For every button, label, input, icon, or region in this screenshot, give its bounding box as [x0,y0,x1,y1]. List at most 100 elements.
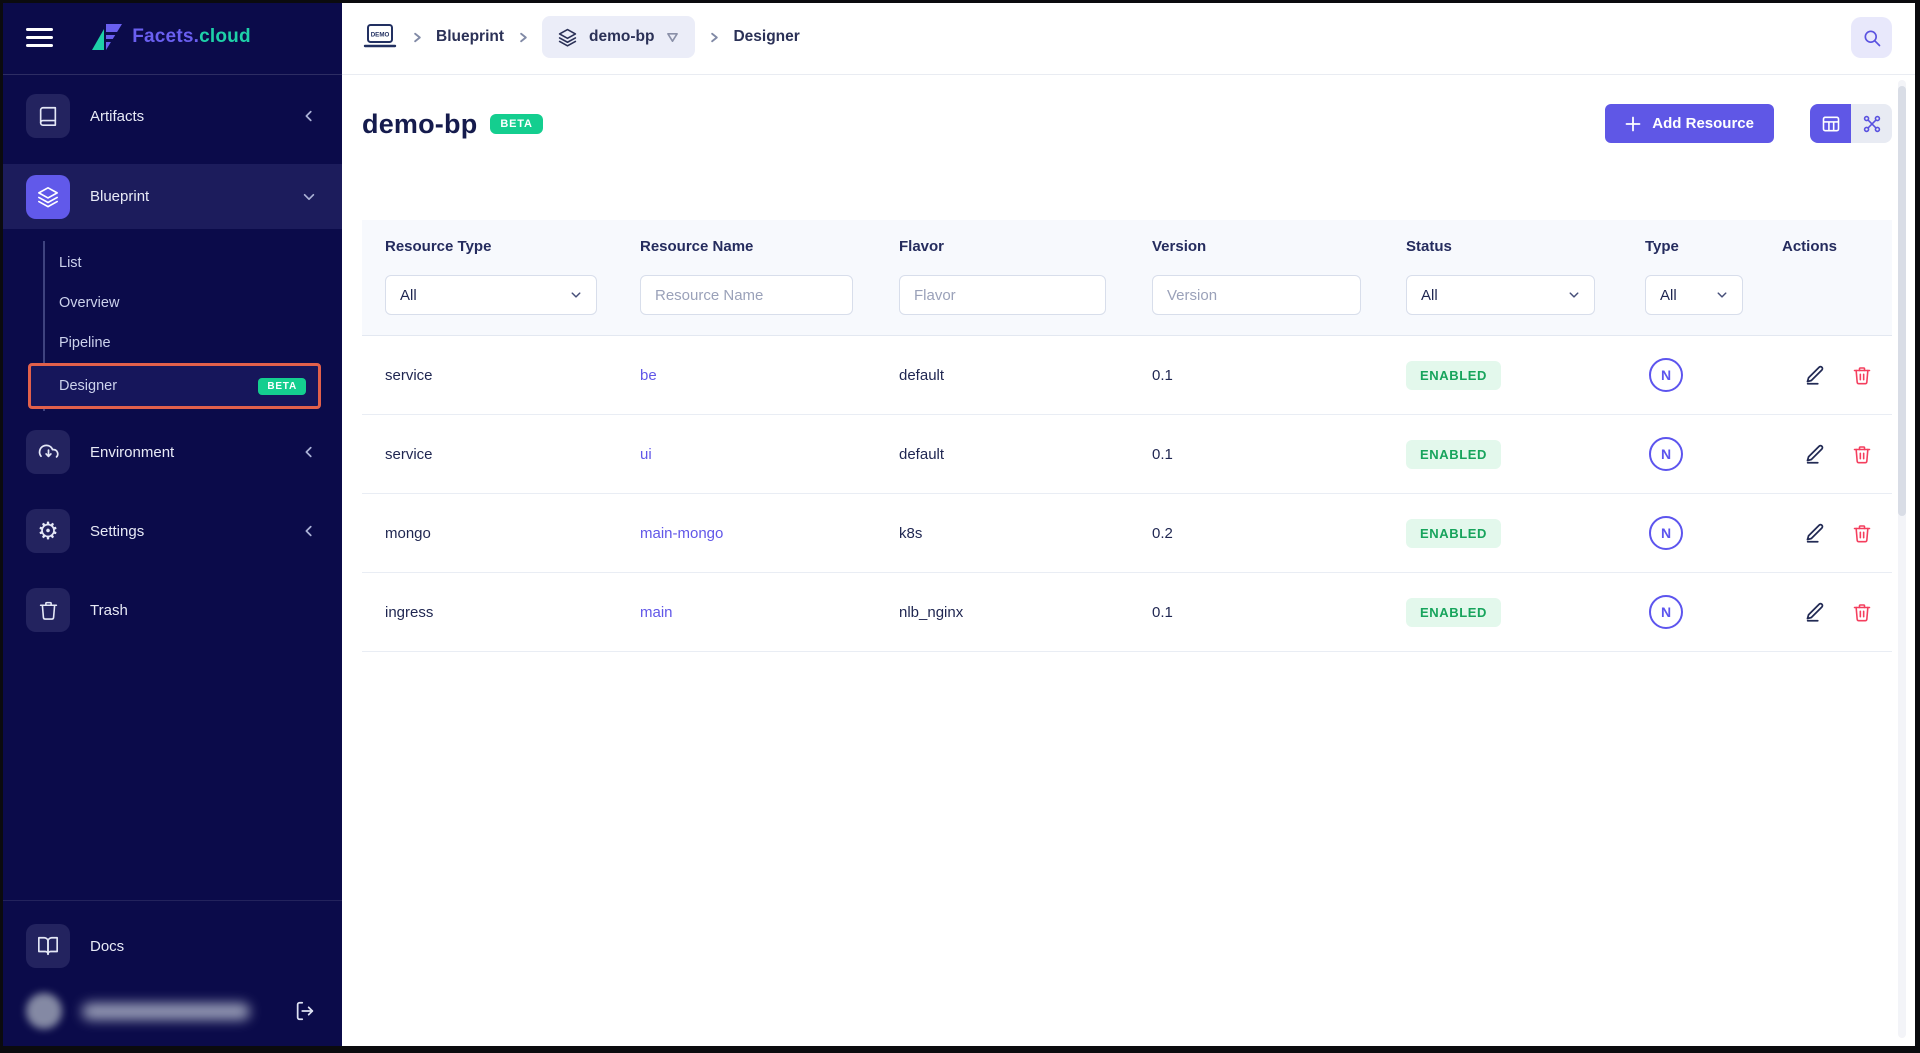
sidebar-item-label: Artifacts [90,107,145,125]
row-actions [1782,522,1872,544]
blueprint-selector[interactable]: demo-bp [542,16,696,58]
edit-icon[interactable] [1804,601,1826,623]
edit-icon[interactable] [1804,364,1826,386]
edit-icon[interactable] [1804,443,1826,465]
logout-icon[interactable] [294,1000,316,1022]
edit-icon[interactable] [1804,522,1826,544]
resource-name-filter-input[interactable] [640,275,853,315]
resource-name-link[interactable]: main-mongo [640,525,899,542]
sidebar-item-artifacts[interactable]: Artifacts [0,85,342,147]
add-resource-button[interactable]: Add Resource [1605,104,1774,143]
sidebar-item-label: Trash [90,601,128,619]
trash-icon [26,588,70,632]
table-view-button[interactable] [1810,104,1851,143]
resource-type-filter[interactable]: All [385,275,597,315]
subitem-label: Designer [59,378,118,394]
table-icon [1822,116,1839,131]
cell-flavor: k8s [899,524,923,542]
breadcrumb-designer: Designer [733,28,800,45]
sidebar-item-label: Settings [90,522,145,540]
flavor-filter-input[interactable] [899,275,1106,315]
sidebar-item-environment[interactable]: Environment [0,421,342,483]
chevron-down-icon [570,289,582,301]
user-account-row[interactable] [0,985,342,1037]
header-actions: Add Resource [1605,104,1892,143]
scrollbar-track[interactable] [1898,80,1906,1038]
column-header: Flavor [899,238,945,255]
resource-name-link[interactable]: main [640,604,899,621]
chevron-left-icon [302,109,316,123]
cell-resource-type: ingress [385,603,434,621]
laptop-demo-icon: DEMO [363,24,397,48]
version-filter-input[interactable] [1152,275,1361,315]
sidebar-item-label: Blueprint [90,188,150,205]
selected-blueprint: demo-bp [589,28,655,45]
dropdown-triangle-icon [667,32,679,42]
main-panel: DEMO Blueprint demo-bp Designer demo-bp [342,0,1920,1053]
type-badge: N [1649,437,1683,471]
book-icon [26,94,70,138]
layers-icon [558,28,577,47]
table-row: ingress main nlb_nginx 0.1 ENABLED N [362,573,1892,652]
sidebar-item-settings[interactable]: ⚙ Settings [0,500,342,562]
sidebar-item-docs[interactable]: Docs [0,915,342,977]
delete-icon[interactable] [1852,602,1872,623]
avatar [26,993,62,1029]
sidebar-item-blueprint[interactable]: Blueprint [0,164,342,229]
cell-version: 0.1 [1152,445,1173,463]
cell-version: 0.2 [1152,524,1173,542]
status-badge: ENABLED [1406,439,1502,469]
page-title: demo-bp [362,108,478,139]
sidebar-subitem-designer[interactable]: Designer BETA [28,363,342,409]
cell-resource-type: mongo [385,524,431,542]
beta-badge: BETA [490,114,543,134]
graph-view-button[interactable] [1851,104,1892,143]
table-row: mongo main-mongo k8s 0.2 ENABLED N [362,494,1892,573]
chevron-left-icon [302,524,316,538]
scrollbar-thumb[interactable] [1898,86,1906,516]
column-header: Actions [1782,238,1838,255]
resource-name-link[interactable]: be [640,367,899,384]
beta-badge: BETA [258,377,306,395]
chevron-right-icon [707,30,721,45]
cell-resource-type: service [385,366,433,384]
cell-version: 0.1 [1152,603,1173,621]
chevron-down-icon [1716,289,1728,301]
sidebar-header: Facets.cloud [0,0,342,75]
subitem-label: Pipeline [59,335,111,351]
svg-text:DEMO: DEMO [371,32,390,39]
status-filter[interactable]: All [1406,275,1595,315]
delete-icon[interactable] [1852,523,1872,544]
sidebar-subitem-overview[interactable]: Overview [45,283,342,323]
column-header: Status [1406,238,1452,255]
resource-name-link[interactable]: ui [640,446,899,463]
filter-value: All [1421,286,1438,304]
sidebar-item-trash[interactable]: Trash [0,579,342,641]
cell-flavor: default [899,366,945,384]
type-filter[interactable]: All [1645,275,1743,315]
gear-icon: ⚙ [26,509,70,553]
chevron-down-icon [302,190,316,204]
sidebar-subitem-pipeline[interactable]: Pipeline [45,323,342,363]
status-badge: ENABLED [1406,597,1502,627]
page-header: demo-bp BETA Add Resource [362,104,1892,144]
breadcrumb-blueprint[interactable]: Blueprint [436,28,504,46]
type-badge: N [1649,516,1683,550]
type-badge: N [1649,358,1683,392]
status-badge: ENABLED [1406,360,1502,390]
sidebar-subitem-list[interactable]: List [45,243,342,283]
network-icon [1863,115,1880,132]
chevron-right-icon [516,30,530,45]
delete-icon[interactable] [1852,365,1872,386]
cell-version: 0.1 [1152,366,1173,384]
layers-icon [26,174,70,219]
filter-value: All [400,286,417,304]
resources-table: Resource Type Resource Name Flavor Versi… [362,220,1892,652]
type-badge: N [1649,595,1683,629]
search-button[interactable] [1851,17,1892,58]
menu-icon[interactable] [26,27,53,47]
column-header: Resource Name [640,238,754,255]
sidebar: Facets.cloud Artifacts Blueprint List Ov… [0,0,342,1053]
delete-icon[interactable] [1852,444,1872,465]
logo-mark-icon [92,24,123,50]
